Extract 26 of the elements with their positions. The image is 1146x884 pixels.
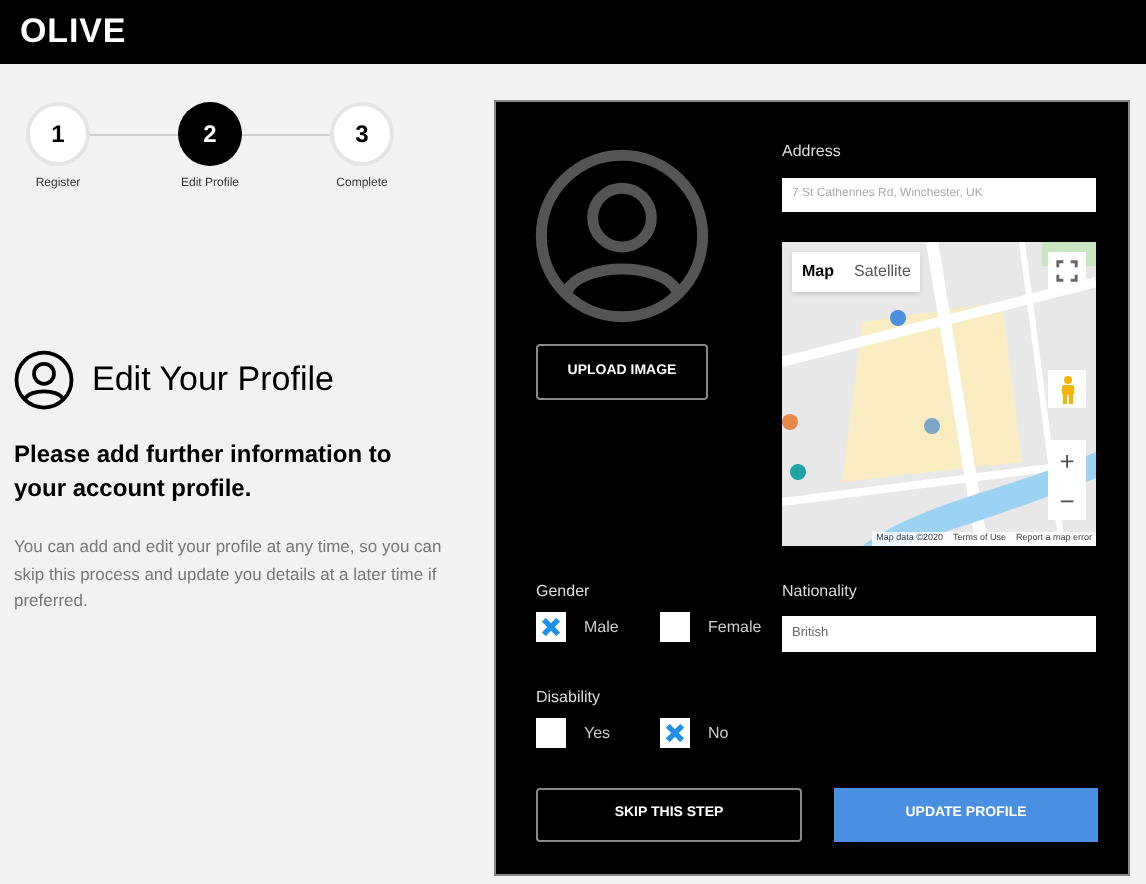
subtitle: Please add further information to your account profile. [14, 438, 394, 506]
cross-icon [666, 724, 684, 742]
pegman-icon[interactable] [1048, 370, 1086, 408]
avatar-icon [534, 148, 710, 324]
disability-label: Disability [536, 686, 603, 710]
nationality-label: Nationality [782, 580, 859, 604]
address-label: Address [782, 140, 843, 164]
checkbox-label: Female [708, 615, 762, 639]
checkbox-label: Yes [584, 721, 611, 745]
user-icon [14, 350, 74, 410]
fullscreen-icon[interactable] [1048, 252, 1086, 290]
checkbox-label: Male [584, 615, 619, 639]
gender-label: Gender [536, 580, 592, 604]
checkbox[interactable] [660, 612, 690, 642]
zoom-in-button[interactable]: + [1048, 440, 1086, 480]
cross-icon [542, 618, 560, 636]
map-type-tab[interactable]: Satellite [844, 252, 921, 292]
checkbox-label: No [708, 721, 729, 745]
description: You can add and edit your profile at any time, so you can skip this process and update you details at a later time if preferred. [14, 534, 444, 614]
logo[interactable]: OLIVE [20, 6, 127, 58]
checkbox[interactable] [536, 612, 566, 642]
checkbox[interactable] [660, 718, 690, 748]
checkbox[interactable] [536, 718, 566, 748]
zoom-out-button[interactable]: − [1048, 480, 1086, 520]
map-type-tab[interactable]: Map [792, 252, 844, 292]
page-title: Edit Your Profile [92, 358, 334, 403]
